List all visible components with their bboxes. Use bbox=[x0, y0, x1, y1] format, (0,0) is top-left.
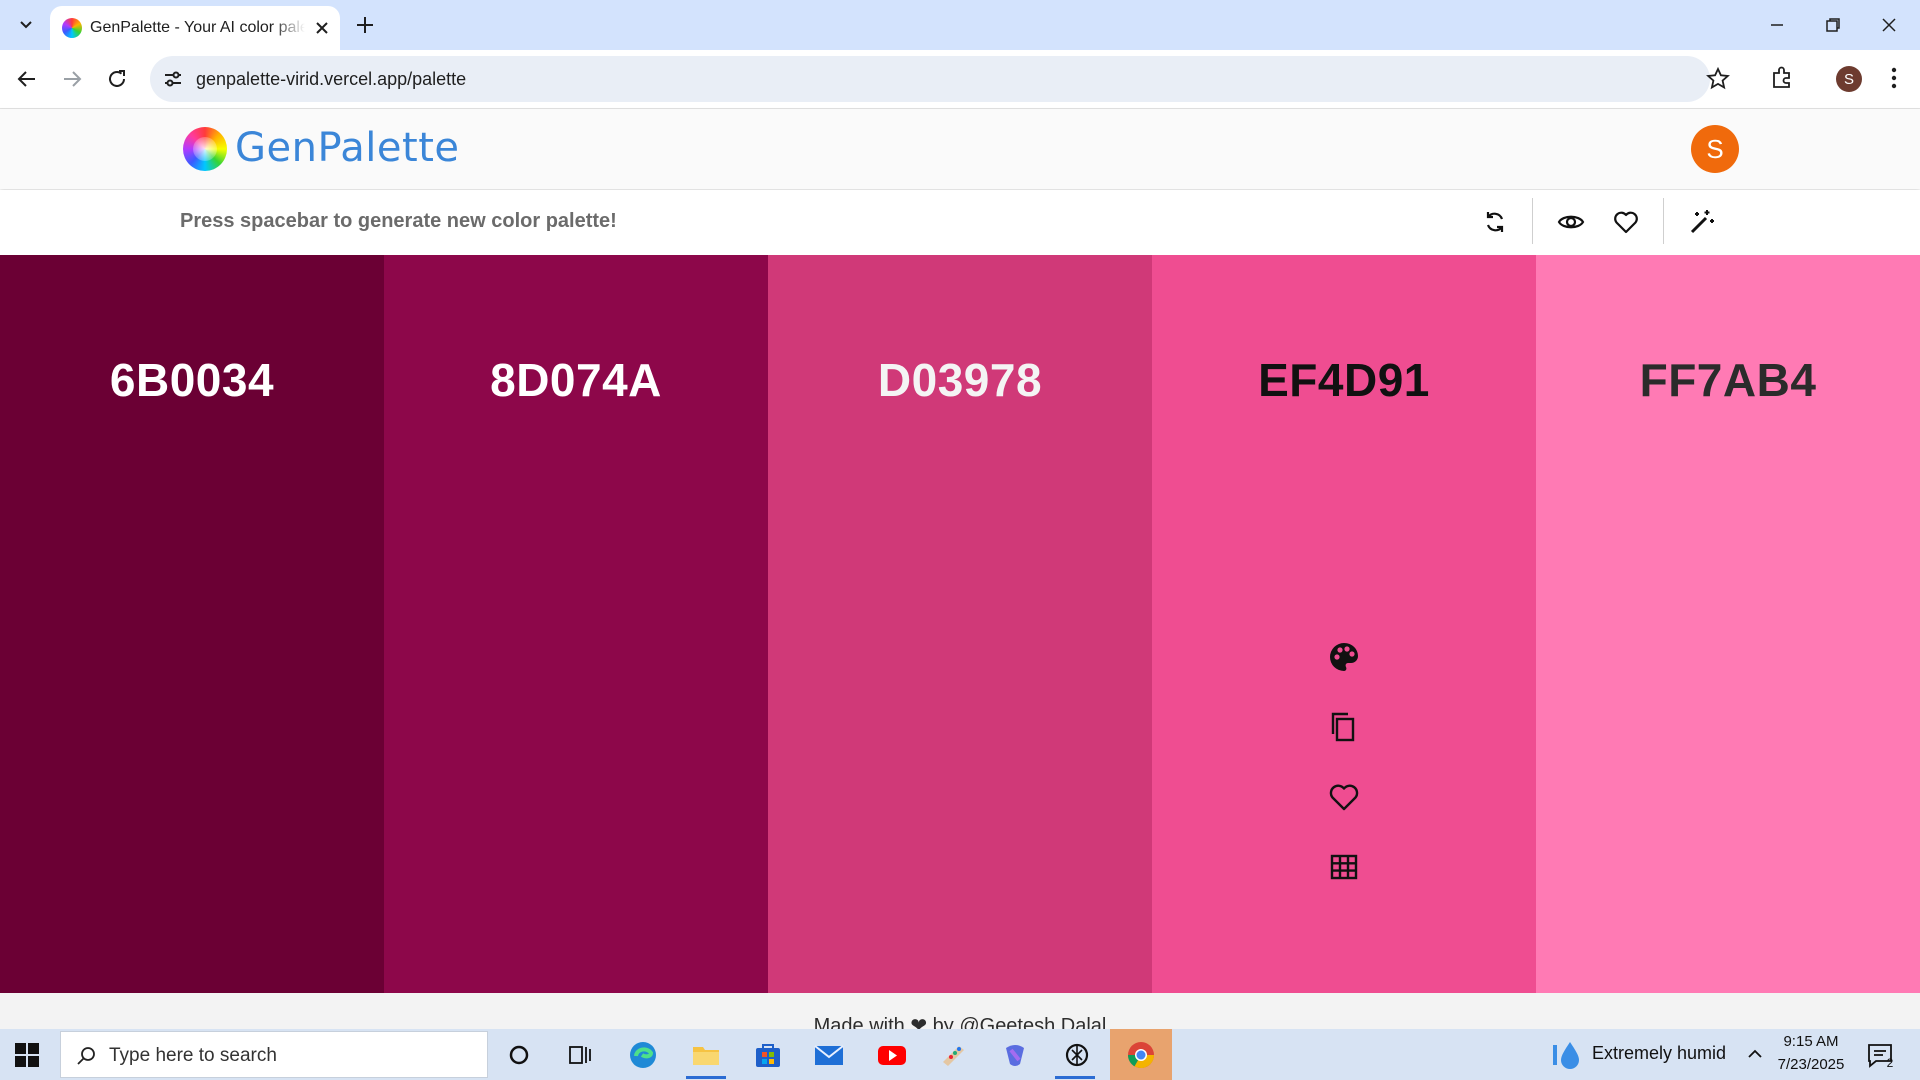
close-icon bbox=[1882, 18, 1896, 32]
close-window-button[interactable] bbox=[1876, 12, 1902, 38]
taskbar-search-box[interactable]: Type here to search bbox=[60, 1031, 488, 1078]
back-button[interactable] bbox=[12, 64, 42, 94]
windows-taskbar: Type here to search Extremely humid 9:15… bbox=[0, 1029, 1920, 1080]
humidity-drop-icon[interactable] bbox=[1552, 1039, 1580, 1071]
windows-start-icon[interactable] bbox=[14, 1042, 40, 1068]
file-explorer-taskbar-button[interactable] bbox=[690, 1039, 722, 1071]
explorer-running-indicator bbox=[686, 1076, 726, 1079]
hex-code-label[interactable]: FF7AB4 bbox=[1536, 353, 1920, 407]
page-footer: Made with ❤ by @Geetesh Dalal bbox=[0, 993, 1920, 1029]
new-tab-icon[interactable] bbox=[352, 12, 378, 38]
chevron-down-icon bbox=[20, 21, 32, 29]
search-icon bbox=[77, 1047, 95, 1065]
color-swatch[interactable]: 8D074A bbox=[384, 255, 768, 993]
extensions-puzzle-icon[interactable] bbox=[1768, 64, 1796, 92]
color-wheel-logo-icon[interactable] bbox=[183, 127, 227, 171]
edge-browser-icon bbox=[630, 1042, 656, 1068]
chatgpt-taskbar-button[interactable] bbox=[1061, 1039, 1093, 1071]
copilot-icon bbox=[1006, 1045, 1024, 1066]
clock-time[interactable]: 9:15 AM bbox=[1776, 1033, 1846, 1050]
reload-icon bbox=[109, 70, 125, 87]
restore-icon bbox=[1826, 18, 1840, 32]
mail-envelope-icon bbox=[814, 1045, 844, 1065]
palette-action-bar: Press spacebar to generate new color pal… bbox=[0, 190, 1920, 254]
palette-icon bbox=[1330, 643, 1358, 671]
swatch-tools bbox=[1324, 640, 1364, 920]
youtube-taskbar-button[interactable] bbox=[876, 1039, 908, 1071]
store-taskbar-button[interactable] bbox=[752, 1039, 784, 1071]
more-vert-icon[interactable] bbox=[1880, 64, 1908, 92]
reload-button[interactable] bbox=[102, 64, 132, 94]
notification-count: 2 bbox=[1886, 1056, 1894, 1070]
spacebar-hint: Press spacebar to generate new color pal… bbox=[180, 210, 617, 232]
chevron-up-icon[interactable] bbox=[1744, 1043, 1766, 1065]
genpalette-favicon-icon bbox=[62, 18, 82, 38]
task-view-button[interactable] bbox=[564, 1039, 596, 1071]
folder-icon bbox=[693, 1047, 719, 1065]
minimize-icon bbox=[1771, 24, 1783, 26]
magic-wand-icon[interactable] bbox=[1688, 208, 1716, 236]
action-divider bbox=[1663, 198, 1664, 244]
chrome-icon bbox=[1127, 1042, 1155, 1069]
action-divider bbox=[1532, 198, 1533, 244]
bookmark-star-icon[interactable] bbox=[1705, 66, 1731, 92]
eye-icon[interactable] bbox=[1557, 208, 1585, 236]
youtube-icon bbox=[878, 1046, 906, 1065]
chatgpt-running-indicator bbox=[1055, 1076, 1095, 1079]
heart-icon bbox=[1329, 784, 1359, 811]
microsoft-store-icon bbox=[756, 1044, 780, 1067]
paint-palette-icon bbox=[943, 1046, 964, 1066]
browser-tab[interactable]: GenPalette - Your AI color palette gener… bbox=[50, 6, 340, 50]
task-view-icon bbox=[569, 1046, 591, 1064]
user-avatar[interactable]: S bbox=[1691, 125, 1739, 173]
chatgpt-icon bbox=[1065, 1043, 1089, 1067]
paint-taskbar-button[interactable] bbox=[938, 1039, 970, 1071]
heart-icon[interactable] bbox=[1612, 208, 1640, 236]
weather-status[interactable]: Extremely humid bbox=[1592, 1043, 1726, 1064]
regenerate-icon[interactable] bbox=[1481, 208, 1509, 236]
browser-toolbar: genpalette-virid.vercel.app/palette S bbox=[0, 50, 1920, 109]
color-palette: 6B0034 8D074A D03978 EF4D91 FF7AB4 bbox=[0, 255, 1920, 993]
app-logo-text[interactable]: GenPalette bbox=[235, 125, 460, 171]
address-bar[interactable]: genpalette-virid.vercel.app/palette bbox=[150, 56, 1730, 102]
heart-button[interactable] bbox=[1327, 780, 1361, 814]
minimize-button[interactable] bbox=[1764, 12, 1790, 38]
clock-date[interactable]: 7/23/2025 bbox=[1770, 1056, 1852, 1073]
arrow-right-icon bbox=[64, 71, 82, 87]
palette-button[interactable] bbox=[1327, 640, 1361, 674]
chrome-taskbar-button[interactable] bbox=[1125, 1039, 1157, 1071]
copy-button[interactable] bbox=[1327, 710, 1361, 744]
browser-profile-avatar[interactable]: S bbox=[1836, 66, 1862, 92]
hex-code-label[interactable]: EF4D91 bbox=[1152, 353, 1536, 407]
hex-code-label[interactable]: 8D074A bbox=[384, 353, 768, 407]
url-text[interactable]: genpalette-virid.vercel.app/palette bbox=[196, 69, 466, 90]
hex-code-label[interactable]: D03978 bbox=[768, 353, 1152, 407]
mail-taskbar-button[interactable] bbox=[813, 1039, 845, 1071]
grid-button[interactable] bbox=[1327, 850, 1361, 884]
copilot-taskbar-button[interactable] bbox=[999, 1039, 1031, 1071]
color-swatch[interactable]: EF4D91 bbox=[1152, 255, 1536, 993]
color-swatch[interactable]: D03978 bbox=[768, 255, 1152, 993]
grid-icon bbox=[1330, 854, 1358, 880]
tab-search-button[interactable] bbox=[10, 8, 42, 40]
restore-button[interactable] bbox=[1820, 12, 1846, 38]
color-swatch[interactable]: 6B0034 bbox=[0, 255, 384, 993]
copy-icon bbox=[1331, 712, 1355, 742]
browser-tab-bar: GenPalette - Your AI color palette gener… bbox=[0, 0, 1920, 50]
cortana-circle-icon bbox=[509, 1045, 529, 1065]
color-swatch[interactable]: FF7AB4 bbox=[1536, 255, 1920, 993]
site-settings-icon[interactable] bbox=[162, 68, 184, 90]
app-header: GenPalette S bbox=[0, 109, 1920, 189]
hex-code-label[interactable]: 6B0034 bbox=[0, 353, 384, 407]
tab-title: GenPalette - Your AI color palette gener… bbox=[90, 19, 305, 36]
footer-credit: Made with ❤ by @Geetesh Dalal bbox=[813, 1015, 1107, 1029]
edge-taskbar-button[interactable] bbox=[627, 1039, 659, 1071]
search-placeholder: Type here to search bbox=[109, 1045, 277, 1066]
arrow-left-icon bbox=[17, 71, 35, 87]
cortana-button[interactable] bbox=[503, 1039, 535, 1071]
close-tab-icon[interactable] bbox=[312, 18, 332, 38]
forward-button[interactable] bbox=[57, 64, 87, 94]
